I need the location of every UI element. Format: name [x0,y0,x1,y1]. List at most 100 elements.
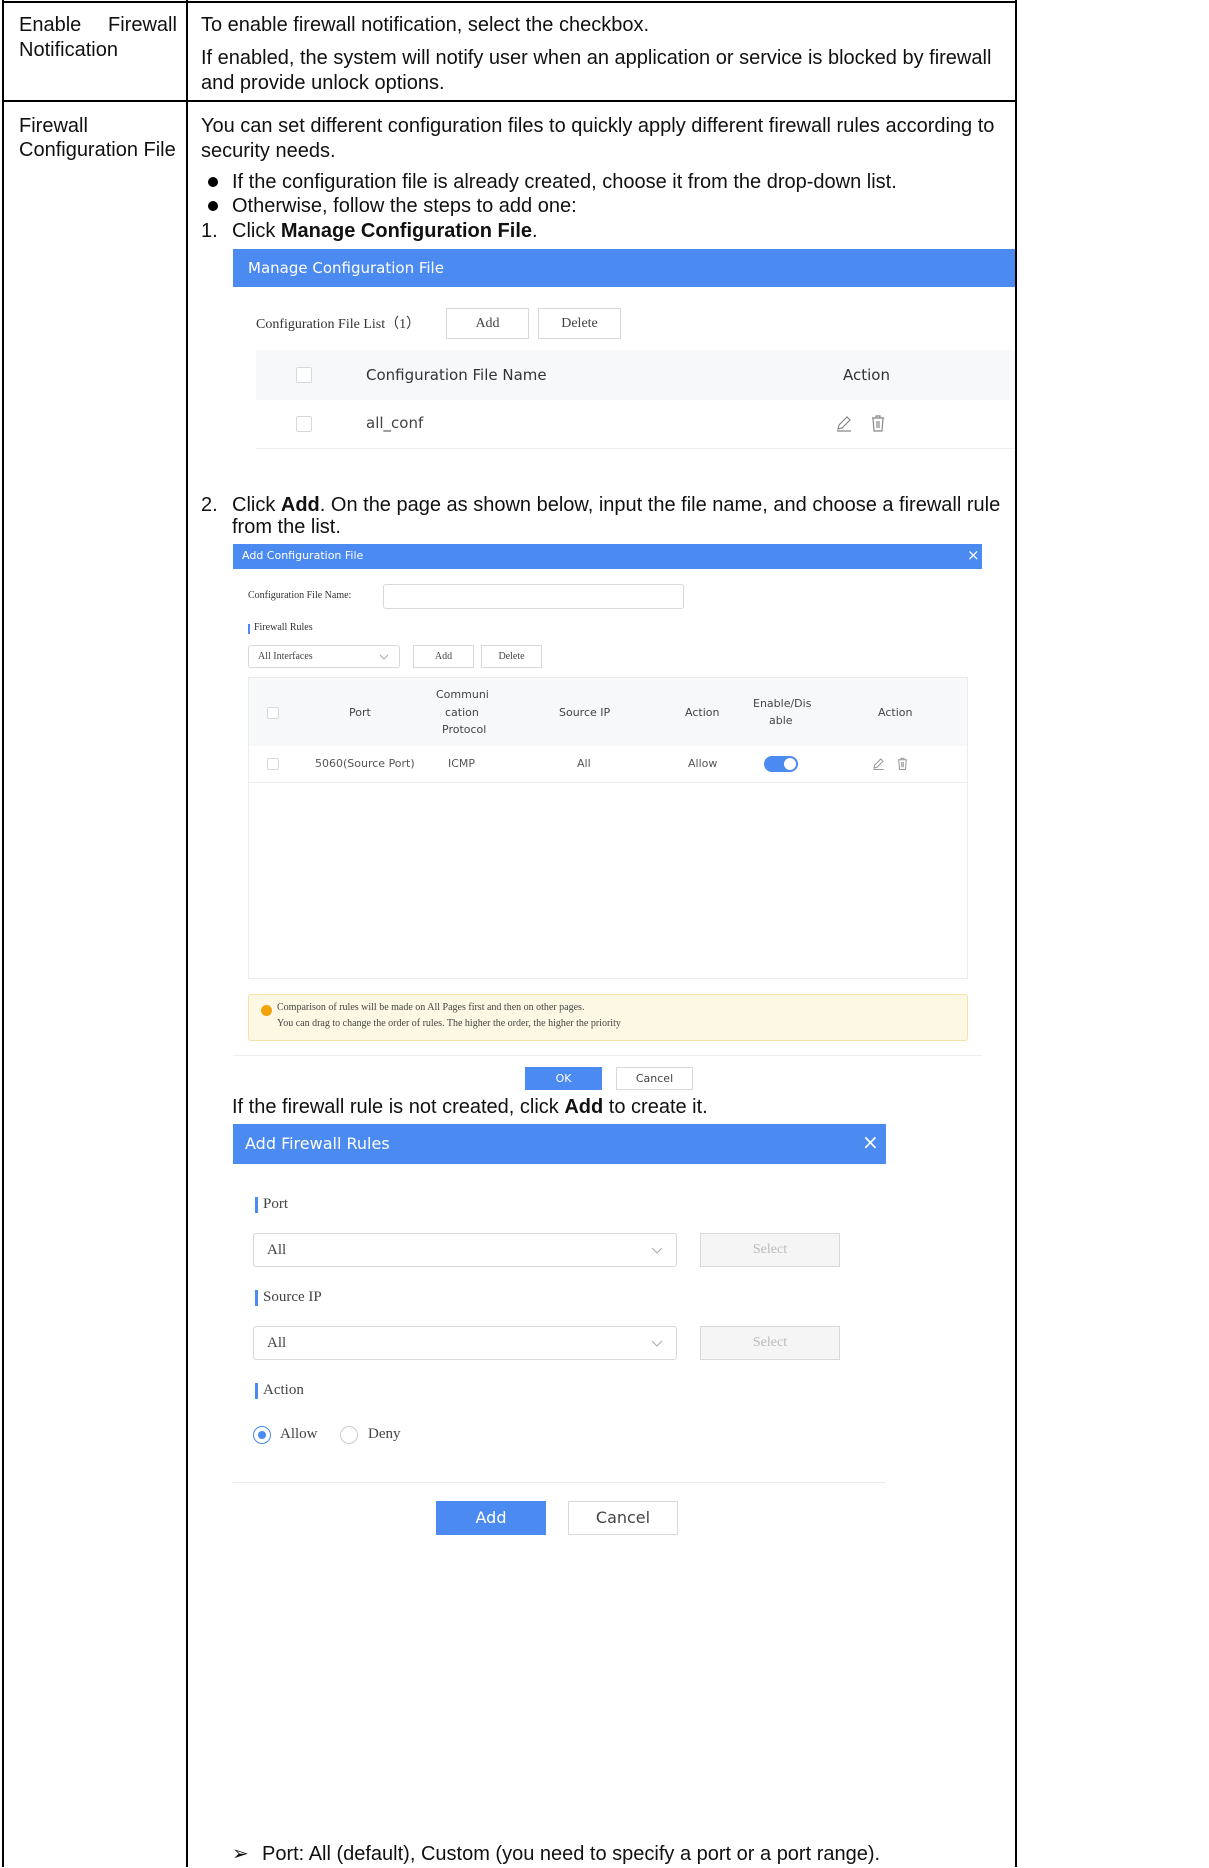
col-config-name: Configuration File Name [366,366,547,384]
row2-intro-line1: You can set different configuration file… [201,115,995,137]
document-page: Enable Firewall Notification To enable f… [0,0,1209,1867]
config-file-list-label: Configuration File List（1） [256,317,421,332]
cancel-button[interactable]: Cancel [616,1067,693,1090]
info-icon [261,1005,272,1016]
step-1-text: Click Manage Configuration File. [232,220,538,242]
port-select-button[interactable]: Select [700,1233,840,1267]
step-2-text: Click Add. On the page as shown below, i… [232,494,1001,516]
config-table-header: Configuration File Name Action [256,350,1015,400]
tip-line2: You can drag to change the order of rule… [277,1018,621,1029]
row2-label-firewall: Firewall [19,115,88,137]
interface-select[interactable]: All Interfaces [248,645,400,668]
table-row: 5060(Source Port) ICMP All Allow [249,746,967,783]
col-protocol-line1: Communi [436,688,489,701]
config-file-name: all_conf [366,414,424,432]
select-all-checkbox[interactable] [296,367,312,383]
delete-config-button[interactable]: Delete [538,308,621,339]
col-protocol-line2: cation [445,706,479,719]
cancel-button[interactable]: Cancel [568,1501,678,1535]
manage-config-title: Manage Configuration File [248,259,444,277]
bullet-dot [208,177,218,187]
row1-label-enable: Enable [19,14,82,36]
row1-text-line3: and provide unlock options. [201,72,445,94]
row-checkbox[interactable] [267,758,279,770]
dialog-divider [233,1482,886,1483]
row2-intro-line2: security needs. [201,140,336,162]
manage-config-dialog: Manage Configuration File Configuration … [233,249,1015,485]
arrow-bullet: ➢ [232,1843,249,1865]
col-action: Action [685,706,720,719]
add-rule-note: If the firewall rule is not created, cli… [232,1096,708,1118]
add-config-dialog: Add Configuration File × Configuration F… [233,544,982,1092]
table-border-top [2,1,1017,3]
col-source-ip: Source IP [559,706,611,719]
rule-action: Allow [688,757,718,770]
config-name-label: Configuration File Name: [248,590,352,601]
interface-select-value: All Interfaces [258,651,313,662]
chevron-down-icon [379,654,389,660]
chevron-down-icon [651,1247,663,1254]
port-section-title: Port [263,1196,289,1212]
col-operations: Action [878,706,913,719]
rule-protocol: ICMP [448,757,476,770]
source-ip-select[interactable]: All [253,1326,677,1360]
row1-text-line1: To enable firewall notification, select … [201,14,650,36]
port-description: Port: All (default), Custom (you need to… [262,1843,881,1865]
col-enable-line1: Enable/Dis [753,697,812,710]
add-rules-title: Add Firewall Rules [245,1134,390,1153]
section-marker [255,1383,258,1399]
tip-line1: Comparison of rules will be made on All … [277,1002,585,1013]
table-column-divider [186,0,188,1867]
enable-toggle[interactable] [764,756,798,772]
section-marker [255,1197,258,1213]
rules-table: Port Communi cation Protocol Source IP A… [248,677,968,979]
source-ip-section-title: Source IP [263,1289,322,1305]
edit-icon[interactable] [871,756,886,776]
add-firewall-rules-dialog: Add Firewall Rules × Port All Select Sou… [233,1124,886,1842]
chevron-down-icon [651,1340,663,1347]
col-action: Action [843,366,890,384]
action-section-title: Action [263,1382,304,1398]
port-select[interactable]: All [253,1233,677,1267]
section-marker [255,1290,258,1306]
add-config-title-bar: Add Configuration File × [233,544,982,569]
close-icon[interactable]: × [967,546,980,564]
table-row-divider [2,100,1017,102]
col-protocol-line3: Protocol [442,723,487,736]
config-name-input[interactable] [383,584,684,609]
add-config-button[interactable]: Add [446,308,529,339]
radio-dot [258,1431,266,1439]
bullet-dot [208,201,218,211]
row1-label-notification: Notification [19,39,118,61]
add-config-title: Add Configuration File [242,549,364,562]
row1-label-firewall: Firewall [108,14,177,36]
allow-radio[interactable] [253,1426,271,1444]
rules-table-header: Port Communi cation Protocol Source IP A… [249,678,967,746]
step-1-number: 1. [201,220,218,242]
ok-button[interactable]: OK [525,1067,602,1090]
add-rules-title-bar: Add Firewall Rules × [233,1124,886,1164]
allow-label: Allow [280,1426,318,1442]
delete-rule-button[interactable]: Delete [481,645,542,668]
add-button[interactable]: Add [436,1501,546,1535]
delete-icon[interactable] [868,413,888,438]
row1-text-line2: If enabled, the system will notify user … [201,47,992,69]
firewall-rules-section: Firewall Rules [254,622,313,633]
table-border-left [2,0,4,1867]
edit-icon[interactable] [834,413,854,438]
deny-label: Deny [368,1426,401,1442]
close-icon[interactable]: × [862,1130,879,1154]
priority-tip: Comparison of rules will be made on All … [248,994,968,1041]
row-checkbox[interactable] [296,416,312,432]
row2-label-config-file: Configuration File [19,139,176,161]
deny-radio[interactable] [340,1426,358,1444]
bullet-item-existing: If the configuration file is already cre… [232,171,897,193]
delete-icon[interactable] [895,756,910,776]
add-rule-button[interactable]: Add [413,645,474,668]
col-port: Port [349,706,371,719]
table-border-right [1015,0,1017,1867]
source-ip-select-button[interactable]: Select [700,1326,840,1360]
section-marker [248,624,250,634]
select-all-checkbox[interactable] [267,707,279,719]
bullet-item-otherwise: Otherwise, follow the steps to add one: [232,195,577,217]
